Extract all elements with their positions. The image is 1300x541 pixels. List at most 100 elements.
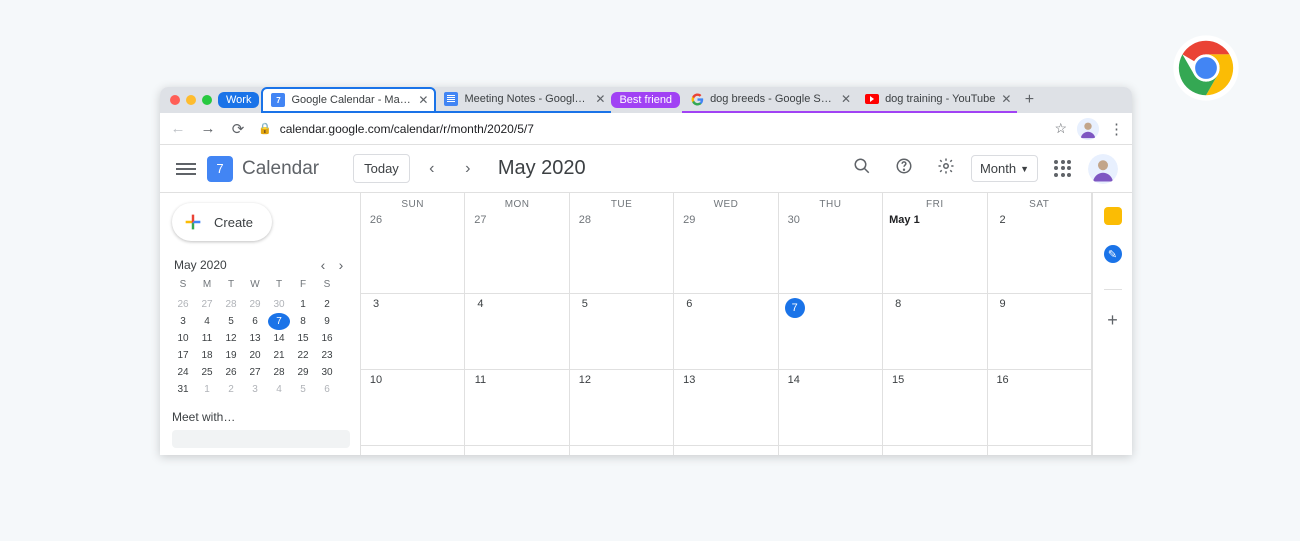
grid-cell[interactable]: May 1 [883, 210, 986, 294]
grid-cell[interactable]: 15 [883, 370, 986, 446]
close-tab-icon[interactable]: ✕ [595, 93, 605, 105]
mini-cal-day[interactable]: 26 [172, 296, 194, 313]
mini-cal-prev-icon[interactable]: ‹ [314, 257, 332, 273]
grid-cell[interactable]: 10 [361, 370, 464, 446]
grid-cell[interactable]: 12 [570, 370, 673, 446]
mini-cal-day[interactable]: 12 [220, 330, 242, 347]
forward-button[interactable]: → [198, 120, 218, 137]
keep-icon[interactable] [1104, 207, 1122, 225]
search-icon[interactable] [845, 157, 879, 180]
grid-cell[interactable]: 28 [570, 210, 673, 294]
add-addon-icon[interactable]: + [1107, 310, 1118, 331]
mini-cal-day[interactable]: 16 [316, 330, 338, 347]
close-tab-icon[interactable]: ✕ [1001, 93, 1011, 105]
grid-cell[interactable]: 13 [674, 370, 777, 446]
mini-cal-day[interactable]: 10 [172, 330, 194, 347]
mini-cal-day[interactable]: 11 [196, 330, 218, 347]
mini-cal-day[interactable]: 6 [316, 381, 338, 398]
mini-cal-day[interactable]: 9 [316, 313, 338, 330]
create-button[interactable]: Create [172, 203, 272, 241]
help-icon[interactable] [887, 157, 921, 180]
mini-cal-day[interactable]: 13 [244, 330, 266, 347]
reload-button[interactable]: ⟳ [228, 120, 248, 138]
address-bar[interactable]: 🔒 calendar.google.com/calendar/r/month/2… [258, 122, 1044, 136]
chrome-menu-icon[interactable]: ⋮ [1109, 120, 1124, 138]
mini-cal-day[interactable]: 5 [220, 313, 242, 330]
mini-cal-day[interactable]: 4 [268, 381, 290, 398]
mini-cal-day[interactable]: 2 [220, 381, 242, 398]
grid-cell[interactable]: 11 [465, 370, 568, 446]
grid-cell[interactable]: 3 [361, 294, 464, 370]
mini-cal-day[interactable]: 18 [196, 347, 218, 364]
meet-with-input[interactable] [172, 430, 350, 448]
mini-cal-day[interactable]: 2 [316, 296, 338, 313]
mini-cal-day[interactable]: 1 [292, 296, 314, 313]
mini-cal-day[interactable]: 31 [172, 381, 194, 398]
view-selector[interactable]: Month ▼ [971, 155, 1038, 182]
back-button[interactable]: ← [168, 120, 188, 137]
grid-cell[interactable]: 30 [779, 210, 882, 294]
mini-cal-day[interactable]: 4 [196, 313, 218, 330]
mini-cal-day[interactable]: 28 [268, 364, 290, 381]
mini-cal-day[interactable]: 24 [172, 364, 194, 381]
mini-cal-day[interactable]: 6 [244, 313, 266, 330]
mini-cal-day[interactable]: 29 [244, 296, 266, 313]
grid-cell[interactable]: 27 [465, 210, 568, 294]
next-period-icon[interactable]: › [454, 160, 482, 178]
today-button[interactable]: Today [353, 154, 410, 183]
mini-cal-day[interactable]: 27 [196, 296, 218, 313]
mini-cal-day[interactable]: 7 [268, 313, 290, 330]
mini-cal-day[interactable]: 26 [220, 364, 242, 381]
mini-cal-day[interactable]: 21 [268, 347, 290, 364]
close-tab-icon[interactable]: ✕ [841, 93, 851, 105]
tab-group-best-friend[interactable]: Best friend [611, 92, 680, 108]
mini-cal-day[interactable]: 8 [292, 313, 314, 330]
tab-meeting-notes[interactable]: Meeting Notes - Google Do… ✕ [436, 87, 611, 113]
mini-cal-day[interactable]: 15 [292, 330, 314, 347]
grid-cell[interactable]: 2 [988, 210, 1091, 294]
tab-group-work[interactable]: Work [218, 92, 259, 108]
grid-cell[interactable]: 4 [465, 294, 568, 370]
mini-cal-day[interactable]: 29 [292, 364, 314, 381]
grid-cell[interactable]: 14 [779, 370, 882, 446]
grid-cell[interactable]: 5 [570, 294, 673, 370]
mini-cal-day[interactable]: 30 [268, 296, 290, 313]
tab-dog-breeds[interactable]: dog breeds - Google Searc… ✕ [682, 87, 857, 113]
grid-cell[interactable]: 16 [988, 370, 1091, 446]
new-tab-button[interactable]: + [1017, 91, 1041, 109]
mini-cal-day[interactable]: 19 [220, 347, 242, 364]
close-tab-icon[interactable]: ✕ [418, 94, 428, 106]
close-window[interactable] [170, 95, 180, 105]
mini-cal-day[interactable]: 5 [292, 381, 314, 398]
mini-cal-day[interactable]: 3 [244, 381, 266, 398]
google-apps-icon[interactable] [1046, 160, 1080, 178]
mini-cal-day[interactable]: 20 [244, 347, 266, 364]
bookmark-star-icon[interactable]: ☆ [1054, 120, 1067, 137]
maximize-window[interactable] [202, 95, 212, 105]
account-avatar[interactable] [1088, 154, 1118, 184]
grid-cell[interactable]: 26 [361, 210, 464, 294]
prev-period-icon[interactable]: ‹ [418, 160, 446, 178]
profile-avatar-small[interactable] [1077, 118, 1099, 140]
mini-cal-day[interactable]: 3 [172, 313, 194, 330]
grid-cell[interactable]: 9 [988, 294, 1091, 370]
mini-cal-day[interactable]: 25 [196, 364, 218, 381]
mini-cal-day[interactable]: 1 [196, 381, 218, 398]
tasks-icon[interactable]: ✎ [1104, 245, 1122, 263]
mini-cal-day[interactable]: 22 [292, 347, 314, 364]
mini-cal-day[interactable]: 27 [244, 364, 266, 381]
minimize-window[interactable] [186, 95, 196, 105]
grid-cell[interactable]: 6 [674, 294, 777, 370]
grid-cell[interactable]: 29 [674, 210, 777, 294]
grid-cell[interactable]: 7 [779, 294, 882, 370]
grid-cell[interactable]: 8 [883, 294, 986, 370]
mini-cal-day[interactable]: 17 [172, 347, 194, 364]
mini-cal-day[interactable]: 14 [268, 330, 290, 347]
mini-cal-day[interactable]: 23 [316, 347, 338, 364]
tab-dog-training[interactable]: dog training - YouTube ✕ [857, 87, 1017, 113]
mini-cal-day[interactable]: 30 [316, 364, 338, 381]
settings-gear-icon[interactable] [929, 157, 963, 180]
mini-cal-next-icon[interactable]: › [332, 257, 350, 273]
tab-calendar[interactable]: 7 Google Calendar - May 20… ✕ [261, 87, 436, 113]
mini-cal-day[interactable]: 28 [220, 296, 242, 313]
